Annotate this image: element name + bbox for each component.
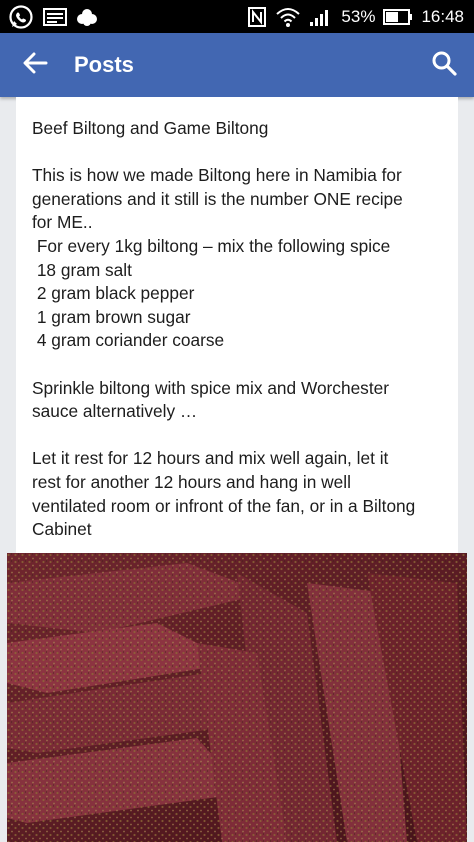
search-icon	[431, 50, 457, 81]
post-text-line: ventilated room or infront of the fan, o…	[32, 495, 416, 516]
post-text-line: 18 gram salt	[32, 259, 132, 280]
app-bar: Posts	[0, 33, 474, 97]
post-card[interactable]: Beef Biltong and Game Biltong This is how…	[16, 97, 458, 557]
image-icon	[42, 6, 68, 28]
post-text-line: sauce alternatively …	[32, 401, 198, 422]
post-text-line: Sprinkle biltong with spice mix and Worc…	[32, 377, 389, 398]
page-title: Posts	[74, 52, 134, 77]
post-text-line: 2 gram black pepper	[32, 283, 195, 304]
post-text-line: For every 1kg biltong – mix the followin…	[32, 235, 391, 256]
post-text-line: Let it rest for 12 hours and mix well ag…	[32, 448, 389, 469]
battery-icon	[383, 8, 413, 25]
post-text-line: rest for another 12 hours and hang in we…	[32, 471, 351, 492]
post-text-line: Cabinet	[32, 519, 92, 540]
post-photo[interactable]	[7, 553, 467, 842]
meat-photo-illustration	[7, 553, 467, 842]
battery-percent: 53%	[341, 6, 376, 26]
nfc-icon	[247, 6, 267, 28]
post-text-line: for ME..	[32, 212, 93, 233]
whatsapp-icon	[8, 4, 34, 30]
search-button[interactable]	[414, 33, 474, 97]
clock: 16:48	[421, 6, 464, 26]
post-text-line: Beef Biltong and Game Biltong	[32, 118, 269, 138]
post-text-line: 1 gram brown sugar	[32, 306, 191, 327]
post-text-line: 4 gram coriander coarse	[32, 330, 225, 351]
wifi-icon	[275, 6, 301, 28]
status-bar: 53% 16:48	[0, 0, 474, 33]
signal-icon	[309, 7, 333, 27]
badge-icon	[76, 6, 98, 28]
post-text: Beef Biltong and Game Biltong This is how…	[32, 117, 452, 542]
post-text-line: generations and it still is the number O…	[32, 188, 403, 209]
arrow-left-icon	[22, 52, 48, 79]
back-button[interactable]	[0, 33, 70, 97]
post-text-line: This is how we made Biltong here in Nami…	[32, 165, 402, 186]
